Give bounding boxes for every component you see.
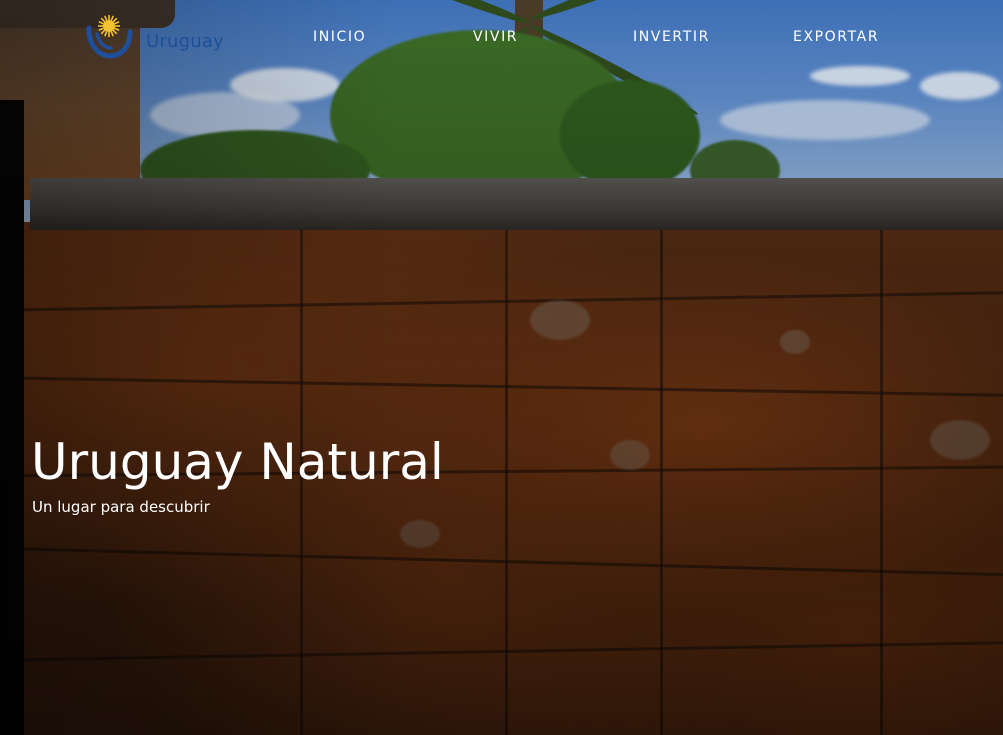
- sun-ray: [104, 31, 108, 37]
- sun-ray: [112, 17, 118, 23]
- sun-ray: [100, 17, 106, 23]
- sun-ray: [98, 27, 104, 31]
- hero-section: Uruguay INICIO VIVIR INVERTIR EXPORTAR U…: [0, 0, 1003, 735]
- sun-ray: [104, 15, 108, 21]
- nav-link-vivir[interactable]: VIVIR: [473, 29, 518, 45]
- nav-link-exportar[interactable]: EXPORTAR: [793, 29, 879, 45]
- logo-link[interactable]: Uruguay: [84, 8, 234, 64]
- sun-ray: [110, 31, 114, 37]
- uruguay-emblem-icon: [84, 10, 136, 62]
- nav-link-inicio[interactable]: INICIO: [313, 29, 366, 45]
- hero-overlay-left: [0, 0, 1003, 735]
- top-navbar: Uruguay INICIO VIVIR INVERTIR EXPORTAR: [0, 0, 1003, 70]
- hero-title: Uruguay Natural: [31, 433, 444, 491]
- sun-ray: [110, 15, 114, 21]
- hero-subtitle: Un lugar para descubrir: [32, 498, 210, 516]
- sun-ray: [112, 29, 118, 35]
- sun-ray: [100, 29, 106, 35]
- nav-link-invertir[interactable]: INVERTIR: [633, 29, 710, 45]
- logo-text: Uruguay: [146, 30, 224, 52]
- sun-ray: [114, 27, 120, 31]
- sun-ray: [98, 21, 104, 25]
- sun-ray: [114, 21, 120, 25]
